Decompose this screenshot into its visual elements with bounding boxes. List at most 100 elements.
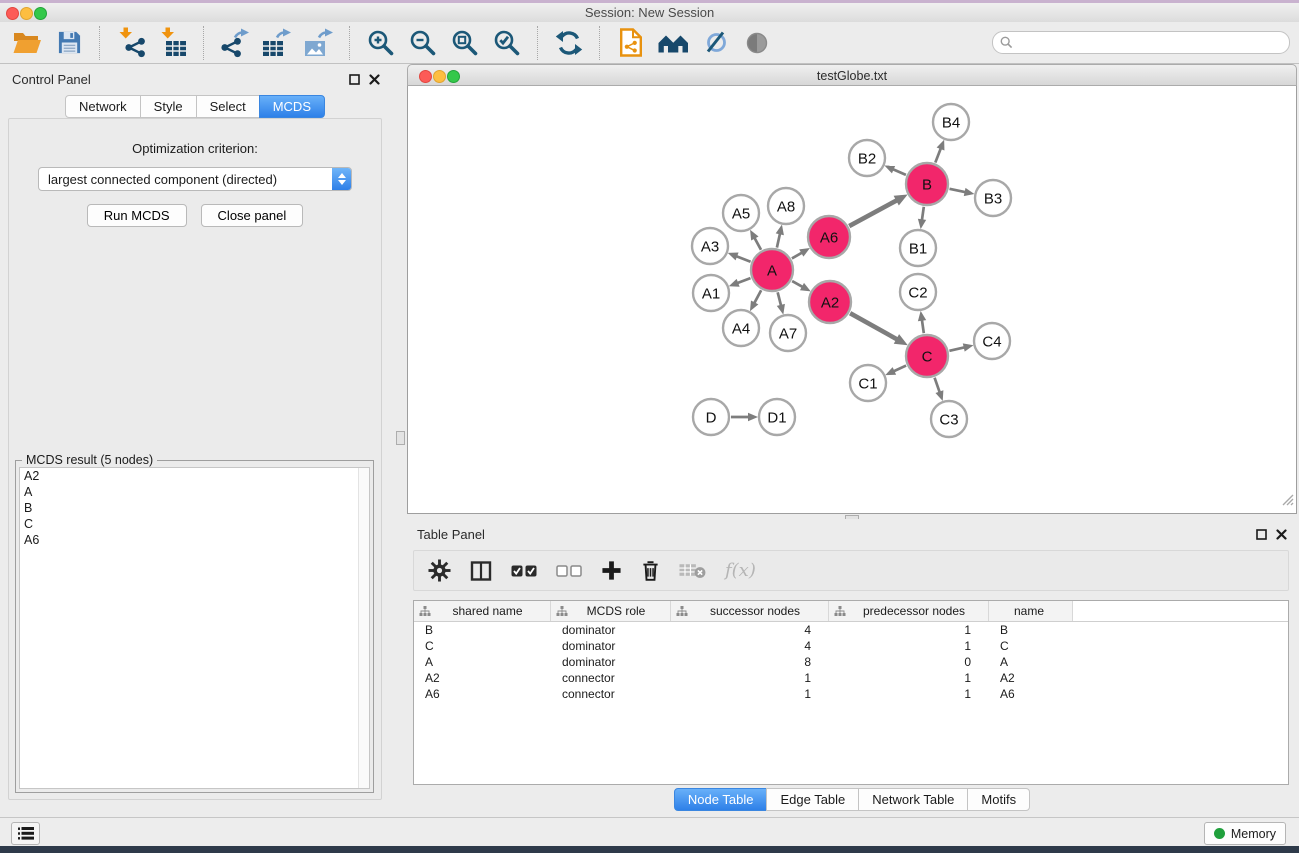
close-panel-button[interactable]: Close panel xyxy=(201,204,304,227)
tab-network-table[interactable]: Network Table xyxy=(858,788,968,811)
zoom-selected-icon[interactable] xyxy=(486,24,528,62)
graph-edge-A-A6[interactable] xyxy=(792,248,810,258)
open-folder-icon[interactable] xyxy=(6,24,48,62)
graph-edge-B-B2[interactable] xyxy=(884,166,905,175)
criterion-select[interactable]: largest connected component (directed) xyxy=(38,167,352,191)
zoom-out-icon[interactable] xyxy=(402,24,444,62)
column-header-mcds-role[interactable]: MCDS role xyxy=(551,601,671,621)
graph-node-C[interactable]: C xyxy=(906,335,948,377)
graph-edge-A-A4[interactable] xyxy=(750,290,761,311)
search-box[interactable] xyxy=(992,31,1290,54)
control-panel-close-button[interactable] xyxy=(368,73,381,86)
result-list-item[interactable]: A xyxy=(20,484,369,500)
graph-node-C1[interactable]: C1 xyxy=(850,365,886,401)
function-icon[interactable]: f(x) xyxy=(725,562,756,580)
mcds-result-list[interactable]: A2ABCA6 xyxy=(19,467,370,789)
hide-details-icon[interactable] xyxy=(694,24,736,62)
import-network-icon[interactable] xyxy=(110,24,152,62)
tab-mcds[interactable]: MCDS xyxy=(259,95,325,118)
graph-node-A1[interactable]: A1 xyxy=(693,275,729,311)
graph-edge-B-B1[interactable] xyxy=(918,207,926,229)
graph-edge-A2-C[interactable] xyxy=(850,313,908,345)
gear-icon[interactable] xyxy=(428,559,451,582)
graph-edge-C-C4[interactable] xyxy=(949,343,973,351)
tab-motifs[interactable]: Motifs xyxy=(967,788,1030,811)
add-icon[interactable] xyxy=(601,560,622,581)
graph-node-C2[interactable]: C2 xyxy=(900,274,936,310)
graph-node-A[interactable]: A xyxy=(751,249,793,291)
table-panel-close-button[interactable] xyxy=(1275,528,1288,541)
network-canvas[interactable]: AA1A2A3A4A5A6A7A8BB1B2B3B4CC1C2C3C4DD1 xyxy=(407,86,1297,514)
import-table-icon[interactable] xyxy=(152,24,194,62)
search-input[interactable] xyxy=(1013,35,1289,51)
graph-edge-A-A2[interactable] xyxy=(792,281,811,291)
column-header-name[interactable]: name xyxy=(989,601,1073,621)
graph-edge-D-D1[interactable] xyxy=(731,413,758,421)
graph-edge-A-A1[interactable] xyxy=(729,278,751,287)
graph-edge-A-A8[interactable] xyxy=(776,225,784,248)
result-list-item[interactable]: A2 xyxy=(20,468,369,484)
table-panel-float-button[interactable] xyxy=(1255,528,1268,541)
tab-network[interactable]: Network xyxy=(65,95,141,118)
refresh-icon[interactable] xyxy=(548,24,590,62)
new-network-from-selection-icon[interactable] xyxy=(610,24,652,62)
export-network-icon[interactable] xyxy=(214,24,256,62)
graph-node-A3[interactable]: A3 xyxy=(692,228,728,264)
table-row[interactable]: A6connector11A6 xyxy=(414,686,1288,702)
graph-node-A6[interactable]: A6 xyxy=(808,216,850,258)
graph-node-C4[interactable]: C4 xyxy=(974,323,1010,359)
graph-edge-B-B3[interactable] xyxy=(949,188,974,196)
zoom-fit-icon[interactable] xyxy=(444,24,486,62)
task-history-button[interactable] xyxy=(11,822,40,845)
result-list-item[interactable]: B xyxy=(20,500,369,516)
graph-node-D[interactable]: D xyxy=(693,399,729,435)
table-row[interactable]: A2connector11A2 xyxy=(414,670,1288,686)
zoom-in-icon[interactable] xyxy=(360,24,402,62)
graph-edge-C-C2[interactable] xyxy=(918,311,926,333)
show-details-icon[interactable] xyxy=(736,24,778,62)
export-image-icon[interactable] xyxy=(298,24,340,62)
graph-node-B2[interactable]: B2 xyxy=(849,140,885,176)
graph-node-A5[interactable]: A5 xyxy=(723,195,759,231)
save-icon[interactable] xyxy=(48,24,90,62)
column-header-successor-nodes[interactable]: successor nodes xyxy=(671,601,829,621)
graph-node-B3[interactable]: B3 xyxy=(975,180,1011,216)
graph-edge-C-C3[interactable] xyxy=(935,378,944,401)
export-table-icon[interactable] xyxy=(256,24,298,62)
table-row[interactable]: Cdominator41C xyxy=(414,638,1288,654)
result-list-scrollbar[interactable] xyxy=(358,468,369,788)
graph-node-A7[interactable]: A7 xyxy=(770,315,806,351)
network-window-titlebar[interactable]: testGlobe.txt xyxy=(407,64,1297,86)
columns-icon[interactable] xyxy=(470,560,492,582)
home-icon[interactable] xyxy=(652,24,694,62)
graph-edge-A-A7[interactable] xyxy=(777,292,785,314)
graph-node-B4[interactable]: B4 xyxy=(933,104,969,140)
select-all-icon[interactable] xyxy=(511,565,537,577)
graph-node-D1[interactable]: D1 xyxy=(759,399,795,435)
graph-edge-A6-B[interactable] xyxy=(849,194,907,226)
table-row[interactable]: Adominator80A xyxy=(414,654,1288,670)
graph-edge-B-B4[interactable] xyxy=(935,140,944,163)
graph-edge-A-A5[interactable] xyxy=(750,230,761,250)
tab-select[interactable]: Select xyxy=(196,95,260,118)
delete-icon[interactable] xyxy=(641,559,660,582)
graph-edge-A-A3[interactable] xyxy=(728,253,751,262)
graph-edge-C-C1[interactable] xyxy=(885,366,906,376)
result-list-item[interactable]: C xyxy=(20,516,369,532)
resize-grip-icon[interactable] xyxy=(1281,493,1294,511)
memory-button[interactable]: Memory xyxy=(1204,822,1286,845)
graph-node-A4[interactable]: A4 xyxy=(723,310,759,346)
vertical-divider-handle[interactable] xyxy=(396,431,405,445)
result-list-item[interactable]: A6 xyxy=(20,532,369,548)
tab-style[interactable]: Style xyxy=(140,95,197,118)
table-row[interactable]: Bdominator41B xyxy=(414,622,1288,638)
control-panel-float-button[interactable] xyxy=(348,73,361,86)
column-header-shared-name[interactable]: shared name xyxy=(414,601,551,621)
graph-node-B1[interactable]: B1 xyxy=(900,230,936,266)
delete-table-icon[interactable] xyxy=(679,562,706,579)
graph-node-A8[interactable]: A8 xyxy=(768,188,804,224)
column-header-predecessor-nodes[interactable]: predecessor nodes xyxy=(829,601,989,621)
graph-node-C3[interactable]: C3 xyxy=(931,401,967,437)
tab-edge-table[interactable]: Edge Table xyxy=(766,788,859,811)
deselect-all-icon[interactable] xyxy=(556,565,582,577)
